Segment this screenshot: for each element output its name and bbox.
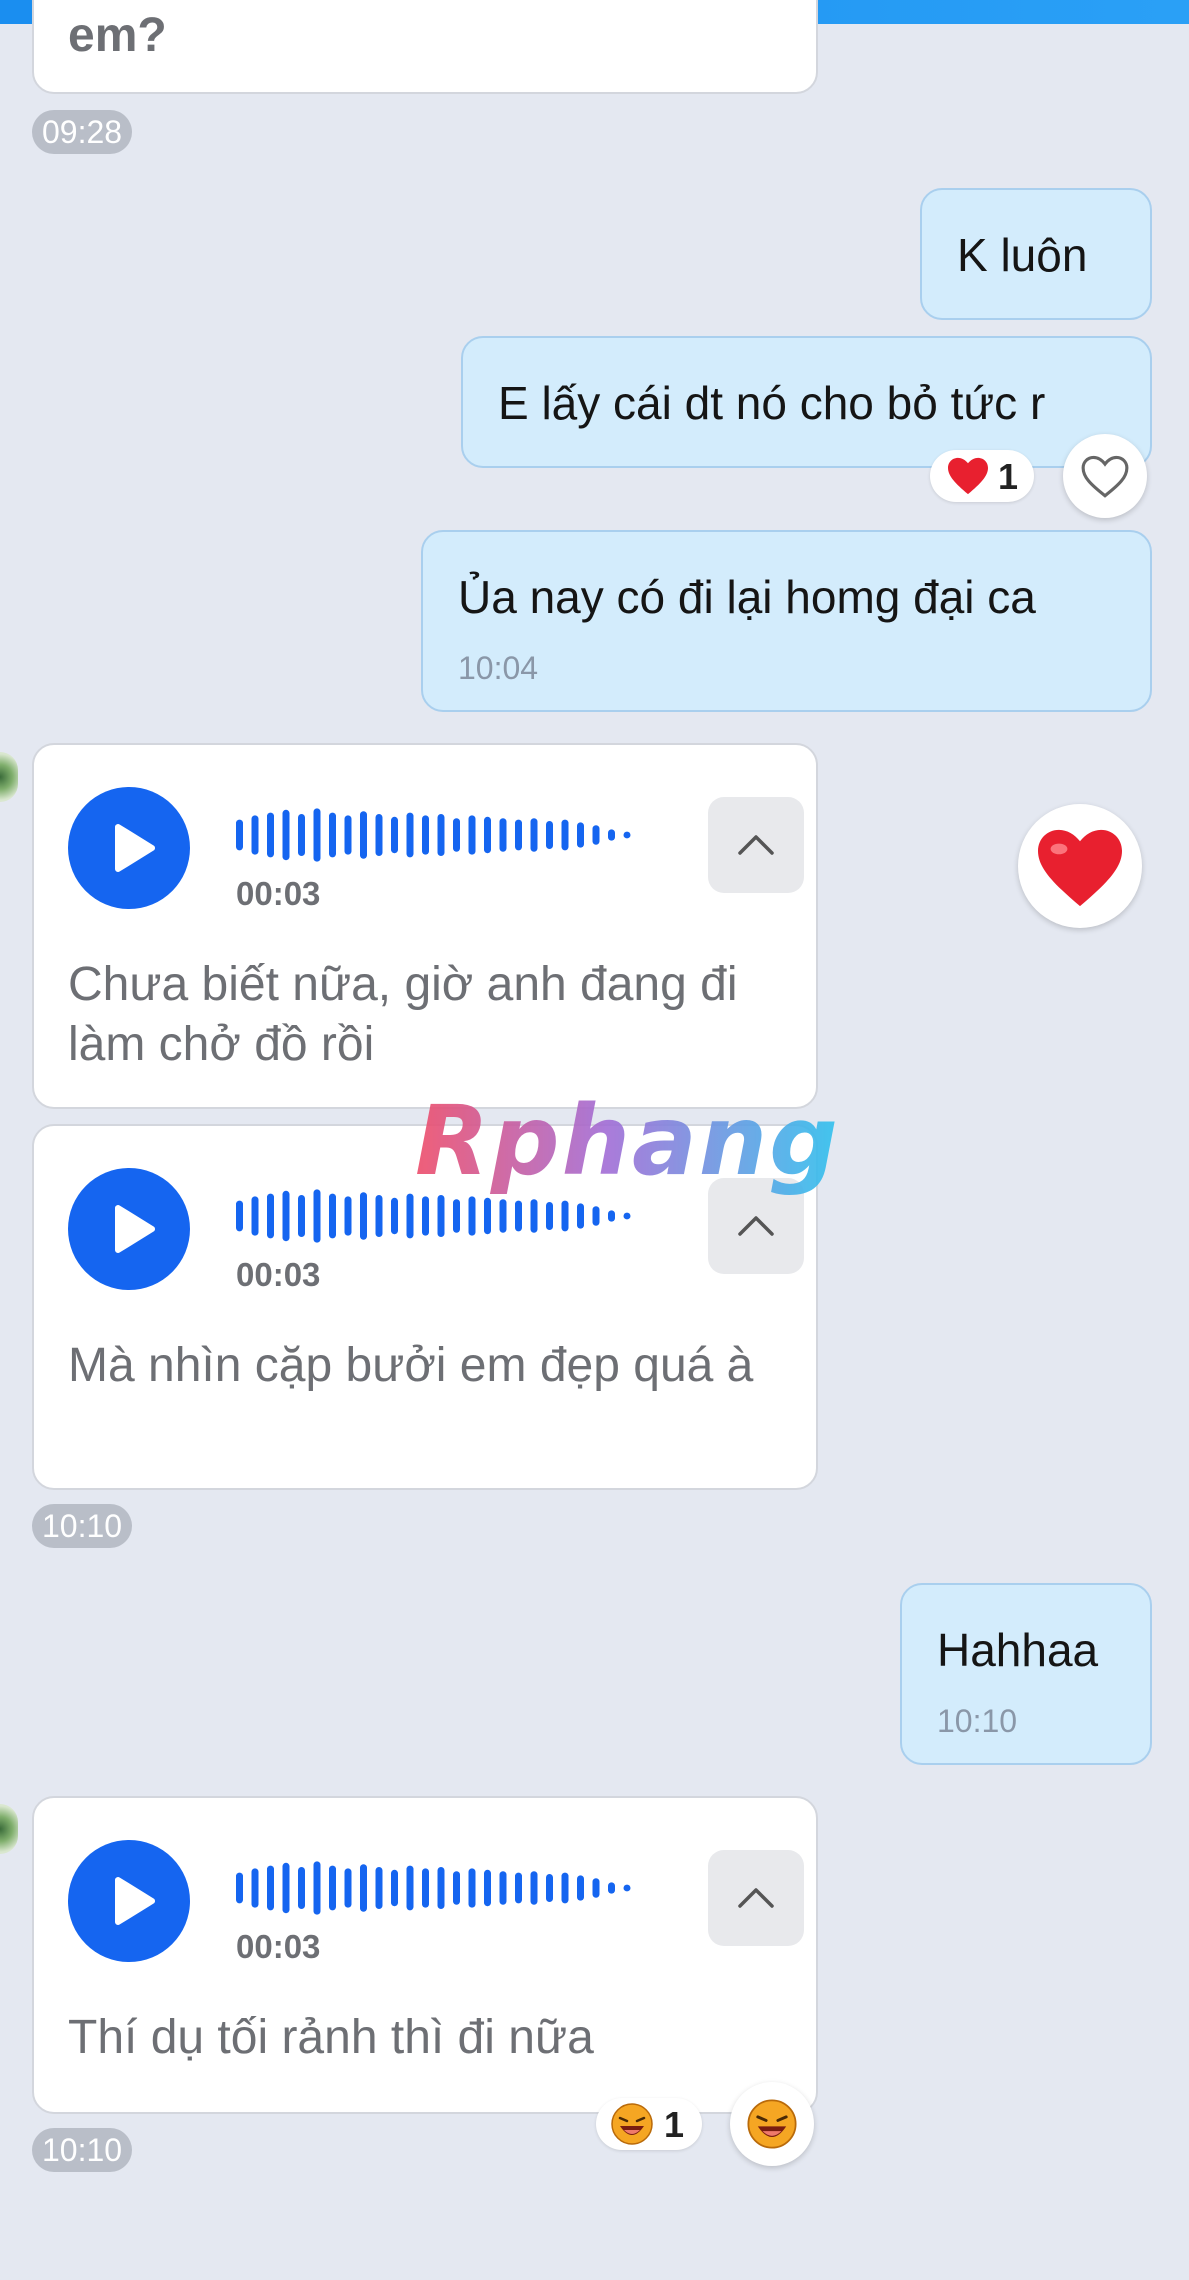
play-button[interactable] xyxy=(68,1168,190,1290)
outgoing-message[interactable]: K luôn xyxy=(920,188,1152,320)
voice-duration: 00:03 xyxy=(236,875,321,912)
message-text: E lấy cái dt nó cho bỏ tức r xyxy=(498,377,1046,429)
heart-outline-icon xyxy=(1081,455,1129,498)
outgoing-message[interactable]: E lấy cái dt nó cho bỏ tức r xyxy=(461,336,1152,468)
watermark-logo: Rphang xyxy=(415,1085,840,1197)
incoming-message-partial[interactable]: em? xyxy=(32,0,818,94)
voice-duration: 00:03 xyxy=(236,1928,321,1965)
react-button[interactable] xyxy=(1063,434,1147,518)
heart-icon xyxy=(1038,829,1122,907)
heart-icon xyxy=(948,457,988,495)
reaction-count: 1 xyxy=(998,456,1019,497)
laughing-emoji-icon xyxy=(747,2099,797,2149)
time-pill: 10:10 xyxy=(32,1504,133,1548)
chevron-up-icon xyxy=(738,835,774,855)
collapse-transcript-button[interactable] xyxy=(708,797,804,893)
play-button[interactable] xyxy=(68,787,190,909)
time-pill: 09:28 xyxy=(32,110,133,154)
voice-transcript: Chưa biết nữa, giờ anh đang đi làm chở đ… xyxy=(68,958,738,1071)
message-text: Ủa nay có đi lại homg đại ca xyxy=(458,571,1036,623)
message-time: 10:04 xyxy=(458,650,539,686)
collapse-transcript-button[interactable] xyxy=(708,1850,804,1946)
time-pill: 10:10 xyxy=(32,2128,133,2172)
message-text: em? xyxy=(68,9,167,62)
voice-message[interactable]: 00:03 Thí dụ tối rảnh thì đi nữa xyxy=(32,1796,818,2114)
reaction-summary[interactable]: 1 xyxy=(596,2098,702,2150)
avatar[interactable] xyxy=(0,1804,18,1854)
play-icon xyxy=(115,824,155,872)
outgoing-message[interactable]: Hahhaa 10:10 xyxy=(900,1583,1152,1765)
voice-waveform[interactable] xyxy=(236,805,656,865)
heart-reaction[interactable] xyxy=(1018,804,1142,928)
play-icon xyxy=(115,1205,155,1253)
react-button[interactable] xyxy=(730,2082,814,2166)
outgoing-message[interactable]: Ủa nay có đi lại homg đại ca 10:04 xyxy=(421,530,1152,712)
avatar[interactable] xyxy=(0,752,18,802)
voice-duration: 00:03 xyxy=(236,1256,321,1293)
message-text: K luôn xyxy=(957,229,1088,281)
voice-transcript: Thí dụ tối rảnh thì đi nữa xyxy=(68,2011,594,2064)
reaction-count: 1 xyxy=(664,2104,685,2145)
message-time: 10:10 xyxy=(937,1703,1018,1739)
laughing-emoji-icon xyxy=(611,2103,653,2145)
voice-message[interactable]: 00:03 Chưa biết nữa, giờ anh đang đi làm… xyxy=(32,743,818,1109)
voice-waveform[interactable] xyxy=(236,1858,656,1918)
message-text: Hahhaa xyxy=(937,1624,1099,1676)
play-icon xyxy=(115,1877,155,1925)
voice-transcript: Mà nhìn cặp bưởi em đẹp quá à xyxy=(68,1339,754,1392)
reaction-summary[interactable]: 1 xyxy=(930,450,1034,502)
play-button[interactable] xyxy=(68,1840,190,1962)
chevron-up-icon xyxy=(738,1888,774,1908)
